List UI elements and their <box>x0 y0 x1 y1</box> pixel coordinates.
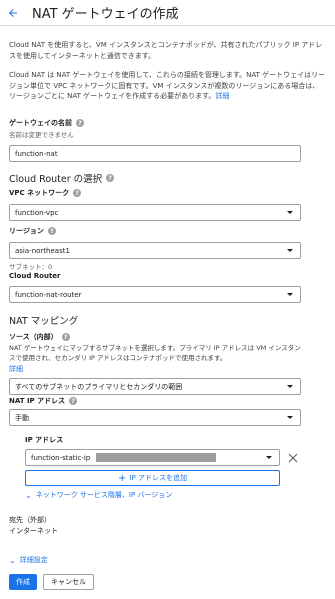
chevron-down-icon <box>287 293 293 296</box>
help-icon[interactable]: ? <box>61 333 70 341</box>
destination-value: インターネット <box>9 527 58 535</box>
chevron-down-icon <box>287 416 293 419</box>
add-ip-button[interactable]: + IP アドレスを追加 <box>25 470 280 486</box>
create-button[interactable]: 作成 <box>9 574 37 590</box>
nat-ip-mode-value: 手動 <box>15 413 29 422</box>
vpc-network-label-text: VPC ネットワーク <box>9 189 70 197</box>
subnet-count: サブネット：0 <box>9 263 53 271</box>
add-ip-label: IP アドレスを追加 <box>129 474 187 482</box>
source-details-link[interactable]: 詳細 <box>9 364 301 374</box>
intro-paragraph-2-text: Cloud NAT は NAT ゲートウェイを使用して、これらの接続を管理します… <box>9 71 326 100</box>
page-title: NAT ゲートウェイの作成 <box>32 7 179 22</box>
source-select-value: すべてのサブネットのプライマリとセカンダリの範囲 <box>15 382 183 391</box>
back-arrow-icon[interactable] <box>6 6 20 20</box>
router-section-title: Cloud Router の選択 ? <box>9 171 301 185</box>
help-icon[interactable]: ? <box>47 227 56 235</box>
advanced-settings-toggle[interactable]: ⌄ 詳細設定 <box>9 555 48 565</box>
expand-chevron-icon: ⌄ <box>25 490 32 500</box>
nat-mapping-title: NAT マッピング <box>9 313 301 327</box>
gateway-name-label: ゲートウェイの名前 ? <box>9 118 301 128</box>
region-select[interactable]: asia-northeast1 <box>9 242 301 259</box>
nat-ip-label-text: NAT IP アドレス <box>9 397 66 405</box>
help-icon[interactable]: ? <box>69 397 78 405</box>
intro-paragraph-2: Cloud NAT は NAT ゲートウェイを使用して、これらの接続を管理します… <box>9 70 326 102</box>
nat-ip-mode-select[interactable]: 手動 <box>9 409 301 426</box>
source-label-text: ソース（内部） <box>9 333 58 341</box>
region-value: asia-northeast1 <box>15 246 70 255</box>
cloud-router-label-text: Cloud Router <box>9 272 61 280</box>
gateway-name-note: 名前は変更できません <box>9 131 74 139</box>
expand-chevron-icon: ⌄ <box>9 555 16 565</box>
gateway-name-label-text: ゲートウェイの名前 <box>9 119 72 127</box>
intro-paragraph-1: Cloud NAT を使用すると、VM インスタンスとコンテナポッドが、共有され… <box>9 41 323 60</box>
chevron-down-icon <box>287 211 293 214</box>
page-header: NAT ゲートウェイの作成 <box>0 0 335 26</box>
source-select[interactable]: すべてのサブネットのプライマリとセカンダリの範囲 <box>9 378 301 395</box>
cancel-button[interactable]: キャンセル <box>43 574 94 590</box>
vpc-network-value: function-vpc <box>15 208 59 217</box>
gateway-name-value: function-nat <box>15 149 58 158</box>
plus-icon: + <box>118 472 127 484</box>
cloud-router-select[interactable]: function-nat-router <box>9 286 301 303</box>
advanced-settings-link[interactable]: 詳細設定 <box>20 555 48 565</box>
cloud-router-value: function-nat-router <box>15 290 82 299</box>
ip-address-label: IP アドレス <box>25 435 305 445</box>
ip-address-panel: IP アドレス function-static-ip + IP アドレスを追加 … <box>25 435 305 500</box>
nat-ip-label: NAT IP アドレス ? <box>9 396 301 406</box>
chevron-down-icon <box>266 456 272 459</box>
help-icon[interactable]: ? <box>76 119 84 127</box>
tier-link[interactable]: ネットワーク サービス階層、IP バージョン <box>36 490 173 500</box>
redacted-ip <box>96 453 217 462</box>
region-label-text: リージョン <box>9 227 44 235</box>
help-icon[interactable]: ? <box>73 189 82 197</box>
help-icon[interactable]: ? <box>106 174 115 182</box>
region-label: リージョン ? <box>9 226 301 236</box>
ip-address-label-text: IP アドレス <box>25 436 64 444</box>
ip-address-value: function-static-ip <box>31 453 91 462</box>
chevron-down-icon <box>287 249 293 252</box>
close-icon[interactable] <box>288 453 298 463</box>
vpc-network-label: VPC ネットワーク ? <box>9 188 301 198</box>
gateway-name-input[interactable]: function-nat <box>9 145 301 162</box>
chevron-down-icon <box>287 385 293 388</box>
source-description: NAT ゲートウェイにマップするサブネットを選択します。プライマリ IP アドレ… <box>9 344 301 362</box>
intro-details-link[interactable]: 詳細 <box>215 92 229 100</box>
router-section-title-text: Cloud Router の選択 <box>9 174 103 185</box>
nat-mapping-title-text: NAT マッピング <box>9 316 79 327</box>
tier-toggle[interactable]: ⌄ ネットワーク サービス階層、IP バージョン <box>25 490 305 500</box>
destination-label: 宛先（外部） <box>9 516 51 524</box>
ip-address-select[interactable]: function-static-ip <box>25 449 280 466</box>
source-label: ソース（内部） ? <box>9 332 301 342</box>
vpc-network-select[interactable]: function-vpc <box>9 204 301 221</box>
cloud-router-label: Cloud Router <box>9 272 301 280</box>
